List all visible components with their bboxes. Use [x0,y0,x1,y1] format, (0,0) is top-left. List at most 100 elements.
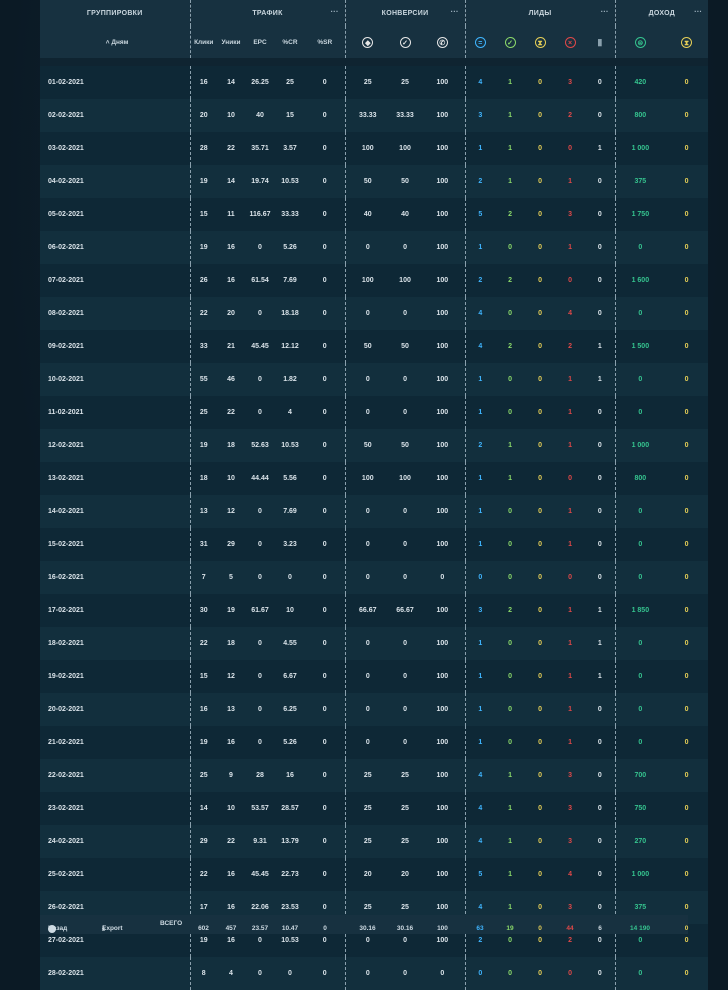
cell-income-hold: 0 [665,330,709,363]
table-footer: Назад ⤓ Export ВСЕГО 602 457 23.57 10.47 0 30.… [40,915,688,934]
table-row[interactable]: 05-02-2021 15 11 116.67 33.33 0 40 40 100 5 2 0 3 0 1 … [40,198,709,231]
cell-date: 03-02-2021 [40,132,191,165]
table-row[interactable]: 13-02-2021 18 10 44.44 5.56 0 100 100 100 1 1 0 0 0 80… [40,462,709,495]
table-row[interactable]: 04-02-2021 19 14 19.74 10.53 0 50 50 100 2 1 0 1 0 375… [40,165,709,198]
cell-date: 22-02-2021 [40,759,191,792]
cell-leads-trash: 0 [585,858,616,891]
table-row[interactable]: 10-02-2021 55 46 0 1.82 0 0 0 100 1 0 0 1 1 0 0 [40,363,709,396]
cell-leads-rejected: 1 [555,231,586,264]
cell-cr: 1.82 [275,363,305,396]
col-cr[interactable]: %CR [275,26,305,58]
col-leads-approved[interactable]: ✓ [495,26,526,58]
cell-income-approved: 270 [615,825,666,858]
cell-income-hold: 0 [665,165,709,198]
table-row[interactable]: 21-02-2021 19 16 0 5.26 0 0 0 100 1 0 0 1 0 0 0 [40,726,709,759]
table-row[interactable]: 14-02-2021 13 12 0 7.69 0 0 0 100 1 0 0 1 0 0 0 [40,495,709,528]
table-row[interactable]: 23-02-2021 14 10 53.57 28.57 0 25 25 100 4 1 0 3 0 750… [40,792,709,825]
col-sr[interactable]: %SR [305,26,346,58]
cell-leads-approved: 1 [495,99,526,132]
cell-conv-phone: 100 [420,792,466,825]
check-circle-icon: ✓ [399,36,411,48]
cell-epc: 26.25 [245,66,275,99]
col-conv-phone[interactable]: ✆ [420,26,466,58]
cell-epc: 116.67 [245,198,275,231]
table-row[interactable]: 11-02-2021 25 22 0 4 0 0 0 100 1 0 0 1 0 0 0 [40,396,709,429]
col-clicks[interactable]: Клики [190,26,217,58]
cell-leads-total: 0 [465,561,496,594]
cell-income-hold: 0 [665,561,709,594]
cell-leads-rejected: 0 [555,264,586,297]
cell-leads-total: 4 [465,297,496,330]
leads-menu-icon[interactable]: ··· [601,7,609,16]
table-row[interactable]: 22-02-2021 25 9 28 16 0 25 25 100 4 1 0 3 0 700 0 [40,759,709,792]
cell-income-hold: 0 [665,132,709,165]
cell-conv-check: 0 [390,693,421,726]
table-row[interactable]: 08-02-2021 22 20 0 18.18 0 0 0 100 4 0 0 4 0 0 0 [40,297,709,330]
sort-by-day-button[interactable]: ˄ Дням [40,26,191,58]
cell-conv-bag: 0 [345,660,391,693]
cell-epc: 9.31 [245,825,275,858]
table-row[interactable]: 07-02-2021 26 16 61.54 7.69 0 100 100 100 2 2 0 0 0 1 … [40,264,709,297]
col-leads-trash[interactable]: ▮ [585,26,616,58]
cell-leads-trash: 0 [585,825,616,858]
traffic-menu-icon[interactable]: ··· [331,7,339,16]
conversions-menu-icon[interactable]: ··· [451,7,459,16]
col-conv-bag[interactable]: ◆ [345,26,391,58]
cell-leads-approved: 2 [495,198,526,231]
table-row[interactable]: 18-02-2021 22 18 0 4.55 0 0 0 100 1 0 0 1 1 0 0 [40,627,709,660]
cell-leads-approved: 1 [495,825,526,858]
col-income-hold[interactable]: ⧗ [665,26,709,58]
cell-uniques: 12 [217,495,245,528]
total-label: ВСЕГО [160,920,183,927]
table-row[interactable]: 01-02-2021 16 14 26.25 25 0 25 25 100 4 1 0 3 0 420 0 [40,66,709,99]
table-row[interactable]: 02-02-2021 20 10 40 15 0 33.33 33.33 100 3 1 0 2 0 800… [40,99,709,132]
cell-conv-check: 50 [390,330,421,363]
col-conv-check[interactable]: ✓ [390,26,421,58]
cell-cr: 10 [275,594,305,627]
cell-sr: 0 [305,429,346,462]
cell-cr: 0 [275,957,305,990]
col-uniques[interactable]: Уники [217,26,245,58]
col-leads-hold[interactable]: ⧗ [525,26,556,58]
col-leads-total[interactable]: = [465,26,496,58]
cell-leads-trash: 1 [585,132,616,165]
table-row[interactable]: 09-02-2021 33 21 45.45 12.12 0 50 50 100 4 2 0 2 1 1 5… [40,330,709,363]
table-row[interactable]: 12-02-2021 19 18 52.63 10.53 0 50 50 100 2 1 0 1 0 1 0… [40,429,709,462]
table-row[interactable]: 28-02-2021 8 4 0 0 0 0 0 0 0 0 0 0 0 0 0 [40,957,709,990]
table-row[interactable]: 06-02-2021 19 16 0 5.26 0 0 0 100 1 0 0 1 0 0 0 [40,231,709,264]
cell-income-approved: 420 [615,66,666,99]
cell-leads-trash: 0 [585,528,616,561]
col-income-approved[interactable]: ⊜ [615,26,666,58]
cell-leads-hold: 0 [525,594,556,627]
cell-income-hold: 0 [665,66,709,99]
table-row[interactable]: 24-02-2021 29 22 9.31 13.79 0 25 25 100 4 1 0 3 0 270 0 [40,825,709,858]
cell-conv-bag: 100 [345,264,391,297]
cell-uniques: 22 [217,396,245,429]
cell-leads-hold: 0 [525,363,556,396]
table-row[interactable]: 25-02-2021 22 16 45.45 22.73 0 20 20 100 5 1 0 4 0 1 0… [40,858,709,891]
cell-leads-total: 1 [465,396,496,429]
cell-clicks: 31 [190,528,217,561]
col-leads-rejected[interactable]: × [555,26,586,58]
table-row[interactable]: 20-02-2021 16 13 0 6.25 0 0 0 100 1 0 0 1 0 0 0 [40,693,709,726]
table-row[interactable]: 03-02-2021 28 22 35.71 3.57 0 100 100 100 1 1 0 0 1 1 … [40,132,709,165]
cell-sr: 0 [305,297,346,330]
cell-cr: 6.25 [275,693,305,726]
cell-cr: 3.23 [275,528,305,561]
cell-sr: 0 [305,528,346,561]
cell-conv-check: 40 [390,198,421,231]
check-circle-icon: ✓ [504,36,516,48]
cell-income-approved: 1 850 [615,594,666,627]
cell-sr: 0 [305,594,346,627]
table-row[interactable]: 16-02-2021 7 5 0 0 0 0 0 0 0 0 0 0 0 0 0 [40,561,709,594]
cell-income-approved: 0 [615,957,666,990]
income-menu-icon[interactable]: ··· [694,7,702,16]
cell-conv-phone: 100 [420,528,466,561]
table-row[interactable]: 15-02-2021 31 29 0 3.23 0 0 0 100 1 0 0 1 0 0 0 [40,528,709,561]
table-row[interactable]: 17-02-2021 30 19 61.67 10 0 66.67 66.67 100 3 2 0 1 1… [40,594,709,627]
cell-uniques: 18 [217,429,245,462]
col-epc[interactable]: EPC [245,26,275,58]
table-row[interactable]: 19-02-2021 15 12 0 6.67 0 0 0 100 1 0 0 1 1 0 0 [40,660,709,693]
total-income-approved: 14 190 [630,925,650,932]
cell-clicks: 19 [190,429,217,462]
